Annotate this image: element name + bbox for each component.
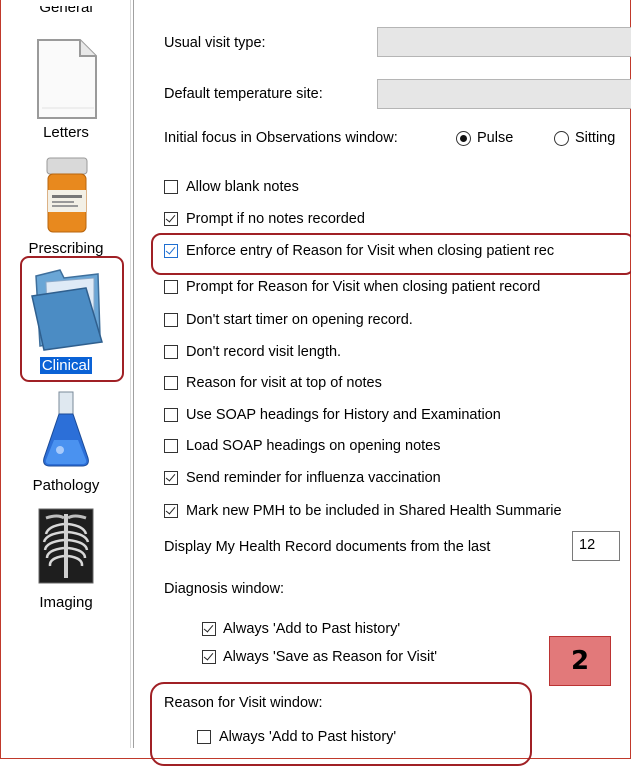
annotation-highlight-rfv-window [150, 682, 532, 766]
checkbox-label: Always 'Add to Past history' [223, 621, 401, 637]
annotation-highlight-enforce-rfv [151, 233, 631, 275]
checkbox-label: Use SOAP headings for History and Examin… [186, 407, 501, 423]
radio-pulse-label: Pulse [477, 130, 514, 146]
default-temperature-site-dropdown[interactable] [377, 79, 631, 109]
usual-visit-type-label: Usual visit type: [164, 35, 266, 51]
my-health-record-label: Display My Health Record documents from … [164, 539, 491, 555]
default-temperature-site-label: Default temperature site: [164, 86, 323, 102]
radio-pulse[interactable] [456, 131, 471, 146]
checkbox-box[interactable] [164, 345, 178, 359]
checkbox-label: Don't record visit length. [186, 344, 342, 360]
checkbox-box[interactable] [164, 180, 178, 194]
flask-icon [43, 391, 89, 467]
checkbox-label: Don't start timer on opening record. [186, 312, 413, 328]
checkbox-box[interactable] [164, 471, 178, 485]
checkbox-box[interactable] [164, 313, 178, 327]
checkbox-box[interactable] [164, 376, 178, 390]
checkbox-label: Allow blank notes [186, 179, 299, 195]
annotation-step-badge: 2 [549, 636, 611, 686]
checkbox-box[interactable] [164, 439, 178, 453]
checkbox-label: Mark new PMH to be included in Shared He… [186, 503, 562, 519]
checkbox-label: Prompt if no notes recorded [186, 211, 365, 227]
checkbox-box[interactable] [202, 622, 216, 636]
xray-icon [38, 508, 94, 584]
checkbox-label: Load SOAP headings on opening notes [186, 438, 441, 454]
diagnosis-window-label: Diagnosis window: [164, 581, 285, 597]
sidebar-item-general[interactable]: General [2, 6, 130, 22]
checkbox-label: Always 'Save as Reason for Visit' [223, 649, 438, 665]
my-health-record-value-input[interactable]: 12 [572, 531, 620, 561]
annotation-highlight-clinical [20, 256, 124, 382]
letters-document-icon [37, 39, 97, 119]
checkbox-box[interactable] [164, 280, 178, 294]
radio-sitting-label: Sitting [575, 130, 616, 146]
checkbox-box[interactable] [202, 650, 216, 664]
sidebar-item-label: Letters [43, 124, 89, 141]
initial-focus-label: Initial focus in Observations window: [164, 130, 398, 146]
sidebar-item-label: General [39, 6, 93, 16]
sidebar-divider [133, 0, 134, 748]
checkbox-label: Prompt for Reason for Visit when closing… [186, 279, 541, 295]
sidebar-item-label: Prescribing [28, 240, 104, 257]
checkbox-box[interactable] [164, 504, 178, 518]
checkbox-box[interactable] [164, 408, 178, 422]
radio-sitting[interactable] [554, 131, 569, 146]
sidebar-item-label: Imaging [39, 594, 93, 611]
pill-bottle-icon [46, 157, 88, 233]
checkbox-label: Send reminder for influenza vaccination [186, 470, 441, 486]
checkbox-box[interactable] [164, 212, 178, 226]
checkbox-label: Reason for visit at top of notes [186, 375, 382, 391]
sidebar-item-label: Pathology [32, 477, 100, 494]
usual-visit-type-dropdown[interactable] [377, 27, 631, 57]
